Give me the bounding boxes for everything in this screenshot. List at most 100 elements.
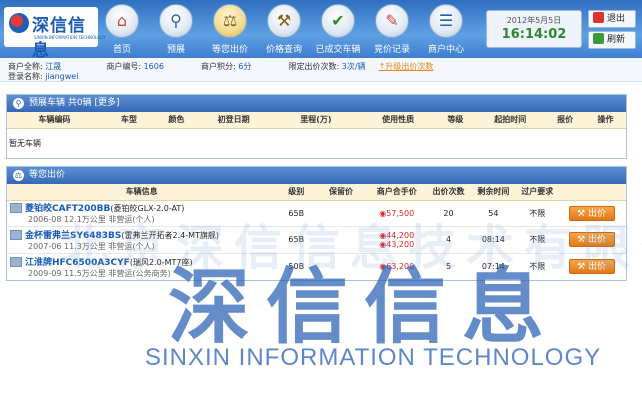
nav-item-sold[interactable]: ✔ 已成交车辆	[313, 4, 363, 58]
car-reserve	[316, 253, 366, 280]
refresh-icon	[593, 33, 604, 44]
remaining-time: 07:14	[481, 262, 505, 272]
hammer-icon: ⚒	[577, 235, 589, 245]
profile-card-icon: ☰	[429, 4, 463, 38]
car-level: 50B	[288, 262, 305, 272]
merchant-points: 6分	[238, 62, 252, 71]
search-icon: ⚲	[13, 98, 24, 109]
car-model: (瑞风2.0-MT7座)	[129, 257, 193, 267]
gavel-icon: ⚖	[13, 170, 24, 181]
nav-item-bidding[interactable]: ⚖ 等您出价	[205, 4, 255, 58]
preview-more-link[interactable]: [更多]	[94, 98, 119, 108]
car-usage: 非营运(公务商务)	[108, 268, 171, 278]
gavel-icon: ⚖	[213, 4, 247, 38]
bid-button[interactable]: ⚒ 出价	[568, 232, 615, 247]
car-name[interactable]: 江淮牌HFC6500A3CYF	[25, 258, 130, 268]
bidding-panel-header: ⚖ 等您出价	[7, 167, 626, 184]
car-mileage: 11.3万公里	[63, 241, 106, 251]
car-name[interactable]: 金杯雷弗兰SY6483BS	[25, 231, 121, 241]
bid-button[interactable]: ⚒ 出价	[568, 259, 615, 275]
car-level: 65B	[288, 208, 305, 218]
merchant-login-row: 登录名称: jiangwei	[8, 72, 79, 81]
car-reserve	[316, 226, 366, 253]
car-model: (菱铂皎GLX-2.0-AT)	[110, 204, 185, 213]
nav-item-price-query[interactable]: ⚒ 价格查询	[259, 4, 309, 58]
logout-icon	[593, 12, 604, 23]
transfer-requirement: 不限	[529, 235, 546, 244]
car-mileage: 12.1万公里	[63, 215, 106, 224]
check-icon: ✔	[321, 4, 355, 38]
upgrade-bid-link[interactable]: ↑升级出价次数	[379, 62, 434, 71]
merchant-id: 1606	[143, 62, 164, 71]
car-reserve	[316, 200, 366, 226]
watermark-english: SINXIN INFORMATION TECHNOLOGY	[145, 344, 602, 371]
car-usage: 非营运(个人)	[108, 241, 155, 251]
refresh-button[interactable]: 刷新	[588, 31, 636, 49]
merchant-fullname: 江晟	[45, 62, 62, 71]
nav-item-home[interactable]: ⌂ 首页	[97, 4, 147, 58]
preview-title: 预展车辆 共0辆	[29, 98, 92, 108]
magnifier-icon: ⚲	[159, 4, 193, 38]
nav-item-preview[interactable]: ⚲ 预展	[151, 4, 201, 58]
nav-item-bid-records[interactable]: ✎ 竞价记录	[367, 4, 417, 58]
car-level: 65B	[288, 235, 305, 244]
car-date: 2007-06	[28, 241, 62, 251]
car-thumbnail-icon	[10, 229, 22, 240]
nav-label: 首页	[112, 45, 131, 55]
bid-count: 20	[443, 208, 454, 218]
car-thumbnail-icon	[10, 203, 22, 213]
car-price: 44,200	[386, 230, 415, 240]
car-usage: 非营运(个人)	[108, 215, 155, 224]
bidding-panel: ⚖ 等您出价 车辆信息 级别 保留价 商户合手价 出价次数 剩余时间 过户要求 …	[6, 166, 627, 281]
auction-hammer-icon: ⚒	[267, 4, 301, 38]
bid-count: 4	[445, 235, 452, 244]
car-price: 57,500	[386, 208, 415, 218]
car-date: 2009-09	[28, 268, 62, 278]
preview-panel-header: ⚲ 预展车辆 共0辆 [更多]	[7, 95, 626, 112]
table-row: 金杯雷弗兰SY6483BS(雷弗兰开拓者2.4-MT旗舰) 2007-06 11…	[7, 226, 626, 253]
preview-panel: ⚲ 预展车辆 共0辆 [更多] 车辆编码 车型 颜色 初登日期 里程(万) 使用…	[6, 94, 627, 159]
car-price-secondary: 43,200	[386, 239, 415, 249]
clock-date: 2012年5月5日	[506, 16, 562, 25]
merchant-login: jiangwei	[45, 72, 79, 81]
hammer-icon: ⚒	[577, 262, 589, 273]
car-date: 2006-08	[28, 215, 62, 224]
remaining-time: 08:14	[481, 235, 505, 244]
nav-label: 等您出价	[211, 45, 248, 55]
home-icon: ⌂	[105, 4, 139, 38]
clock-panel: 2012年5月5日 16:14:02	[486, 10, 582, 48]
car-price: 63,200	[386, 262, 415, 272]
bidding-title: 等您出价	[29, 170, 66, 180]
car-mileage: 11.5万公里	[63, 268, 106, 278]
logo-mark-icon	[9, 13, 29, 33]
nav-label: 预展	[166, 45, 185, 55]
bid-limit: 3次/辆	[341, 62, 366, 71]
logout-button[interactable]: 退出	[588, 10, 636, 28]
brand-subtitle: SINXIN INFORMATION TECHNOLOGY	[34, 35, 106, 40]
car-name[interactable]: 菱铂皎CAFT200BB	[25, 204, 110, 214]
merchant-info-bar: 商户全称: 江晟 商户编号: 1606 商户积分: 6分 限定出价次数: 3次/…	[0, 58, 642, 82]
bidding-table: 车辆信息 级别 保留价 商户合手价 出价次数 剩余时间 过户要求 菱铂皎CAFT…	[7, 184, 626, 280]
record-icon: ✎	[375, 4, 409, 38]
nav-label: 价格查询	[265, 45, 302, 55]
transfer-requirement: 不限	[529, 208, 546, 218]
preview-table: 车辆编码 车型 颜色 初登日期 里程(万) 使用性质 等级 起拍时间 报价 操作…	[7, 112, 626, 158]
preview-table-header: 车辆编码 车型 颜色 初登日期 里程(万) 使用性质 等级 起拍时间 报价 操作	[7, 112, 626, 129]
table-row: 江淮牌HFC6500A3CYF(瑞风2.0-MT7座) 2009-09 11.5…	[7, 253, 626, 280]
transfer-requirement: 不限	[529, 262, 546, 272]
bidding-table-header: 车辆信息 级别 保留价 商户合手价 出价次数 剩余时间 过户要求	[7, 184, 626, 201]
nav-label: 商户中心	[427, 45, 464, 55]
car-model: (雷弗兰开拓者2.4-MT旗舰)	[121, 230, 220, 240]
car-thumbnail-icon	[10, 256, 22, 267]
nav-label: 已成交车辆	[315, 45, 361, 55]
clock-time: 16:14:02	[501, 27, 567, 42]
logo: 深信信息 SINXIN INFORMATION TECHNOLOGY	[4, 7, 106, 61]
nav-label: 竞价记录	[373, 45, 410, 55]
bid-count: 5	[445, 262, 452, 272]
preview-empty-row: 暂无车辆	[9, 138, 41, 148]
table-row: 菱铂皎CAFT200BB(菱铂皎GLX-2.0-AT) 2006-08 12.1…	[7, 200, 626, 226]
bid-button[interactable]: ⚒ 出价	[568, 205, 615, 221]
nav-item-merchant-center[interactable]: ☰ 商户中心	[421, 4, 471, 58]
hammer-icon: ⚒	[577, 208, 589, 219]
remaining-time: 54	[488, 208, 499, 218]
